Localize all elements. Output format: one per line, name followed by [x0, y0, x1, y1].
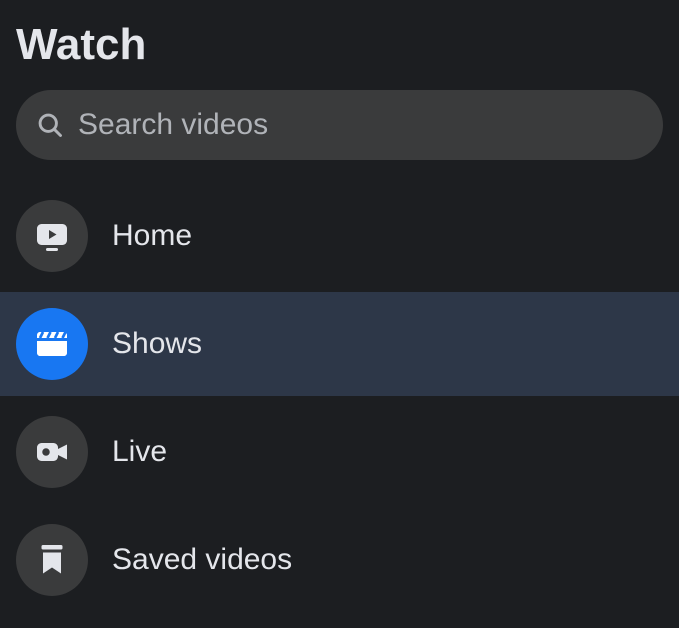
search-icon — [36, 111, 64, 139]
nav-item-label: Shows — [112, 327, 202, 361]
nav-item-label: Live — [112, 435, 167, 469]
search-wrapper — [0, 90, 679, 160]
nav-item-label: Home — [112, 219, 192, 253]
nav-item-label: Saved videos — [112, 543, 292, 577]
nav-item-live[interactable]: Live — [0, 400, 679, 504]
nav-item-saved[interactable]: Saved videos — [0, 508, 679, 612]
bookmark-icon — [16, 524, 88, 596]
nav-list: Home Shows Live — [0, 184, 679, 612]
search-box[interactable] — [16, 90, 663, 160]
clapperboard-icon — [16, 308, 88, 380]
nav-item-home[interactable]: Home — [0, 184, 679, 288]
nav-item-shows[interactable]: Shows — [0, 292, 679, 396]
video-camera-icon — [16, 416, 88, 488]
page-title: Watch — [0, 12, 679, 90]
search-input[interactable] — [78, 108, 643, 142]
tv-play-icon — [16, 200, 88, 272]
